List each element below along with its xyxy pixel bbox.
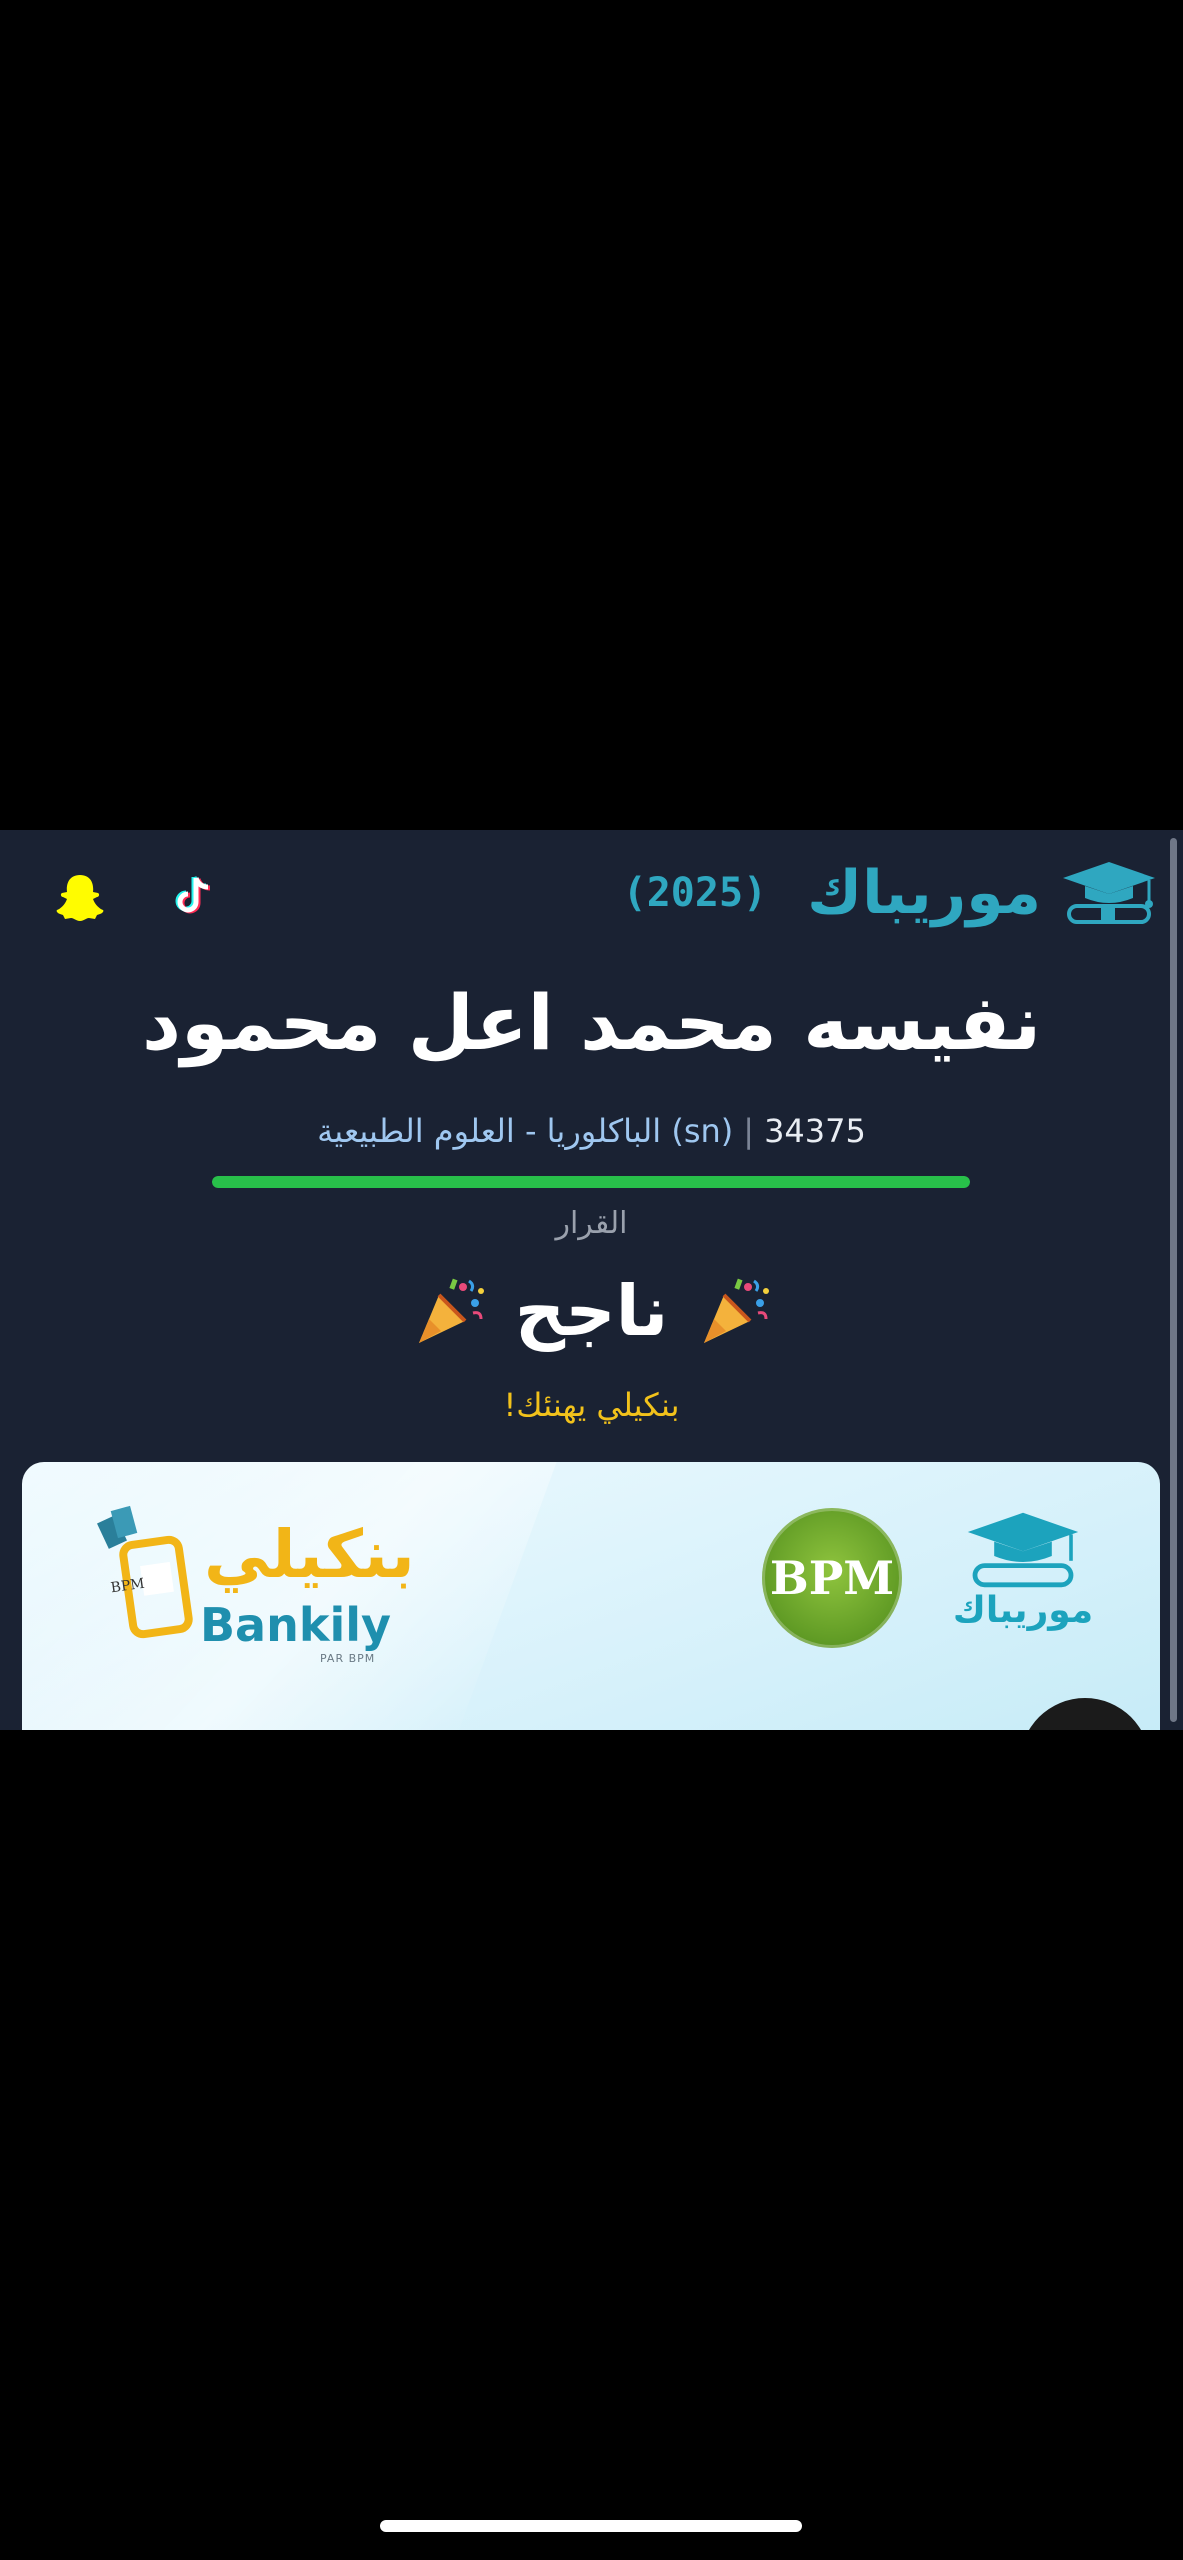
result-progress-bar [212,1176,970,1188]
party-popper-icon [418,1278,484,1343]
meta-separator: | [743,1112,755,1150]
snapchat-icon[interactable] [54,872,106,922]
student-number: 34375 [764,1112,866,1150]
bankily-arabic: بنكيلي [204,1516,415,1593]
brand-year: (2025) [622,870,768,916]
bpm-logo: BPM [762,1508,902,1648]
congrats-message: بنكيلي يهنئك! [503,1386,680,1424]
decision-row: ناجح [0,1270,1183,1352]
sponsor-banner[interactable]: موريباك BPM BPM بنكيلي Bankily PAR BPM [22,1462,1160,1730]
phone-badge-text: BPM [110,1576,146,1597]
result-progress-fill [212,1176,970,1188]
party-popper-icon [704,1278,770,1343]
banner-brand-logo: موريباك [948,1508,1098,1631]
bankily-logo: BPM بنكيلي Bankily PAR BPM [84,1502,415,1692]
home-indicator[interactable] [380,2520,802,2532]
student-meta: الباكلوريا - العلوم الطبيعية (sn) | 34375 [0,1112,1183,1150]
phone-icon: BPM [97,1505,193,1639]
results-page: موريباك (2025) نفيسه محمد اعل محمود البا… [0,830,1183,1730]
student-name: نفيسه محمد اعل محمود [142,978,1041,1067]
graduation-cap-icon [1063,862,1155,924]
decision-value: ناجح [514,1270,669,1352]
avatar [1020,1698,1150,1730]
student-track: الباكلوريا - العلوم الطبيعية (sn) [317,1112,734,1150]
bankily-english: Bankily [200,1598,391,1652]
graduation-cap-icon [967,1512,1079,1588]
bankily-subtitle: PAR BPM [320,1652,376,1665]
decision-label: القرار [555,1206,628,1241]
brand-name: موريباك [807,858,1041,928]
brand[interactable]: موريباك (2025) [623,858,1157,928]
tiktok-icon[interactable] [168,872,218,922]
header: موريباك (2025) [0,850,1183,940]
screen: موريباك (2025) نفيسه محمد اعل محمود البا… [0,0,1183,2560]
banner-brand-name: موريباك [952,1590,1094,1631]
